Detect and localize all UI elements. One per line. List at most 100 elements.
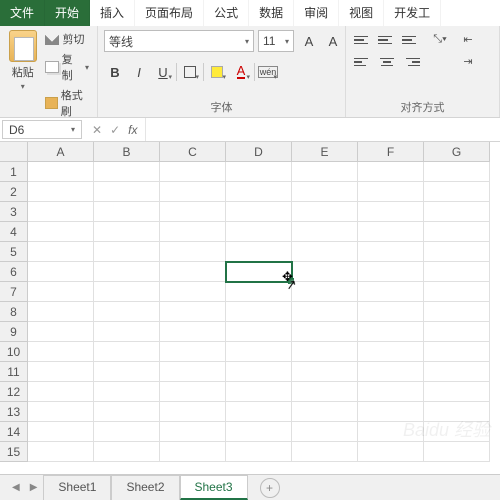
cell-F11[interactable]	[358, 362, 424, 382]
cell-D9[interactable]	[226, 322, 292, 342]
column-header-A[interactable]: A	[28, 142, 94, 162]
cell-A10[interactable]	[28, 342, 94, 362]
cell-E5[interactable]	[292, 242, 358, 262]
cell-G6[interactable]	[424, 262, 490, 282]
cell-E15[interactable]	[292, 442, 358, 462]
tab-insert[interactable]: 插入	[90, 0, 135, 26]
cell-C14[interactable]	[160, 422, 226, 442]
cell-G2[interactable]	[424, 182, 490, 202]
row-header-2[interactable]: 2	[0, 182, 28, 202]
cell-F7[interactable]	[358, 282, 424, 302]
cell-D7[interactable]	[226, 282, 292, 302]
align-center-button[interactable]	[376, 52, 398, 72]
cell-B5[interactable]	[94, 242, 160, 262]
column-header-C[interactable]: C	[160, 142, 226, 162]
tab-page-layout[interactable]: 页面布局	[135, 0, 204, 26]
enter-formula-icon[interactable]: ✓	[110, 123, 120, 137]
cell-E3[interactable]	[292, 202, 358, 222]
increase-indent-button[interactable]: ⇥	[458, 52, 478, 70]
cell-A4[interactable]	[28, 222, 94, 242]
paste-dropdown-icon[interactable]: ▾	[21, 82, 25, 91]
format-painter-button[interactable]: 格式刷	[43, 86, 91, 120]
cell-F15[interactable]	[358, 442, 424, 462]
sheet-tab-Sheet1[interactable]: Sheet1	[43, 475, 111, 500]
cell-G3[interactable]	[424, 202, 490, 222]
column-header-D[interactable]: D	[226, 142, 292, 162]
cell-D6[interactable]	[226, 262, 292, 282]
cell-A15[interactable]	[28, 442, 94, 462]
row-header-14[interactable]: 14	[0, 422, 28, 442]
cell-A6[interactable]	[28, 262, 94, 282]
row-header-8[interactable]: 8	[0, 302, 28, 322]
cell-B14[interactable]	[94, 422, 160, 442]
cell-B12[interactable]	[94, 382, 160, 402]
sheet-nav-next[interactable]: ▶	[26, 482, 42, 493]
cell-G8[interactable]	[424, 302, 490, 322]
cell-G9[interactable]	[424, 322, 490, 342]
cell-F14[interactable]	[358, 422, 424, 442]
cell-D5[interactable]	[226, 242, 292, 262]
cell-F12[interactable]	[358, 382, 424, 402]
tab-formulas[interactable]: 公式	[204, 0, 249, 26]
row-header-11[interactable]: 11	[0, 362, 28, 382]
cell-D13[interactable]	[226, 402, 292, 422]
cell-A2[interactable]	[28, 182, 94, 202]
cell-F13[interactable]	[358, 402, 424, 422]
row-header-10[interactable]: 10	[0, 342, 28, 362]
tab-view[interactable]: 视图	[339, 0, 384, 26]
underline-button[interactable]: U	[152, 62, 174, 82]
tab-data[interactable]: 数据	[249, 0, 294, 26]
cell-A5[interactable]	[28, 242, 94, 262]
cell-F8[interactable]	[358, 302, 424, 322]
align-left-button[interactable]	[352, 52, 374, 72]
cell-C2[interactable]	[160, 182, 226, 202]
cell-B13[interactable]	[94, 402, 160, 422]
row-header-4[interactable]: 4	[0, 222, 28, 242]
cell-A11[interactable]	[28, 362, 94, 382]
cell-G10[interactable]	[424, 342, 490, 362]
cell-G5[interactable]	[424, 242, 490, 262]
cell-D2[interactable]	[226, 182, 292, 202]
cell-A7[interactable]	[28, 282, 94, 302]
row-header-1[interactable]: 1	[0, 162, 28, 182]
row-header-9[interactable]: 9	[0, 322, 28, 342]
cell-D14[interactable]	[226, 422, 292, 442]
cell-E4[interactable]	[292, 222, 358, 242]
cell-B8[interactable]	[94, 302, 160, 322]
cell-E6[interactable]	[292, 262, 358, 282]
cell-D1[interactable]	[226, 162, 292, 182]
cell-G14[interactable]	[424, 422, 490, 442]
cell-E9[interactable]	[292, 322, 358, 342]
cell-A3[interactable]	[28, 202, 94, 222]
cell-B10[interactable]	[94, 342, 160, 362]
cell-A13[interactable]	[28, 402, 94, 422]
cell-G4[interactable]	[424, 222, 490, 242]
decrease-font-button[interactable]: A	[322, 31, 344, 51]
italic-button[interactable]: I	[128, 62, 150, 82]
align-top-button[interactable]	[352, 30, 374, 50]
cell-C4[interactable]	[160, 222, 226, 242]
cell-B2[interactable]	[94, 182, 160, 202]
cell-C6[interactable]	[160, 262, 226, 282]
cell-E1[interactable]	[292, 162, 358, 182]
paste-icon[interactable]	[9, 30, 37, 62]
cell-C3[interactable]	[160, 202, 226, 222]
row-header-3[interactable]: 3	[0, 202, 28, 222]
cell-B15[interactable]	[94, 442, 160, 462]
orientation-button[interactable]: ⤡▾	[430, 30, 450, 48]
cell-B6[interactable]	[94, 262, 160, 282]
cell-D8[interactable]	[226, 302, 292, 322]
cell-D11[interactable]	[226, 362, 292, 382]
cell-G7[interactable]	[424, 282, 490, 302]
cell-B7[interactable]	[94, 282, 160, 302]
font-name-combo[interactable]: 等线▾	[104, 30, 254, 52]
cell-D3[interactable]	[226, 202, 292, 222]
cell-G11[interactable]	[424, 362, 490, 382]
row-header-6[interactable]: 6	[0, 262, 28, 282]
cell-F1[interactable]	[358, 162, 424, 182]
row-header-5[interactable]: 5	[0, 242, 28, 262]
tab-file[interactable]: 文件	[0, 0, 45, 26]
cell-D12[interactable]	[226, 382, 292, 402]
cell-F5[interactable]	[358, 242, 424, 262]
align-middle-button[interactable]	[376, 30, 398, 50]
